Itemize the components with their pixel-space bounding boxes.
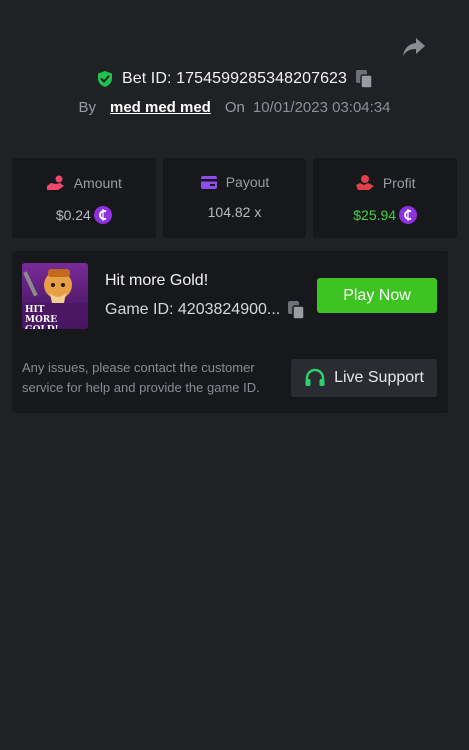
amount-value: $0.24 [55,207,91,223]
stat-payout: Payout 104.82 x [162,158,307,238]
bet-id: Bet ID: 1754599285348207623 [121,70,348,87]
stat-amount: Amount $0.24 [12,158,156,238]
copy-icon [288,301,305,320]
live-support-button[interactable]: Live Support [291,359,437,397]
play-now-button[interactable]: Play Now [317,278,437,313]
amount-label: Amount [73,175,122,191]
profit-value: $25.94 [353,207,397,223]
bet-stats: Amount $0.24 Payout 104.82 x Profit $25.… [12,158,458,238]
payout-value: 104.82 x [207,204,262,220]
game-id-row: Game ID: 4203824900... [105,300,305,320]
bet-meta-row: By med med med On 10/01/2023 03:04:34 [0,96,469,118]
by-label: By [78,98,96,116]
hand-profit-icon [355,175,374,190]
support-info-text: Any issues, please contact the customer … [22,360,260,395]
card-icon [200,175,217,189]
copy-bet-id-button[interactable] [355,69,373,89]
share-icon [403,38,425,56]
coin-icon [93,206,112,224]
headset-icon [305,368,325,386]
payout-label: Payout [225,174,270,190]
share-button[interactable] [400,34,428,60]
hand-coins-icon [46,175,64,190]
on-label: On [224,98,245,116]
shield-check-icon [97,71,112,87]
live-support-label: Live Support [334,369,424,386]
game-title: Hit more Gold! [105,272,209,289]
profit-label: Profit [382,175,416,191]
stat-profit: Profit $25.94 [313,158,458,238]
game-thumbnail[interactable]: HIT MORE GOLD! [22,263,88,329]
bet-id-row: Bet ID: 1754599285348207623 [0,67,469,91]
username-link[interactable]: med med med [110,99,211,116]
coin-icon [399,206,418,224]
copy-game-id-button[interactable] [287,300,305,320]
bet-detail-page: Bet ID: 1754599285348207623 By med med m… [0,0,469,750]
game-card: HIT MORE GOLD! Hit more Gold! Game ID: 4… [12,251,448,413]
game-id: Game ID: 4203824900... [105,301,281,318]
bet-datetime: 10/01/2023 03:04:34 [252,98,391,116]
copy-icon [356,70,373,89]
game-thumbnail-text: HIT MORE GOLD! [25,305,59,329]
